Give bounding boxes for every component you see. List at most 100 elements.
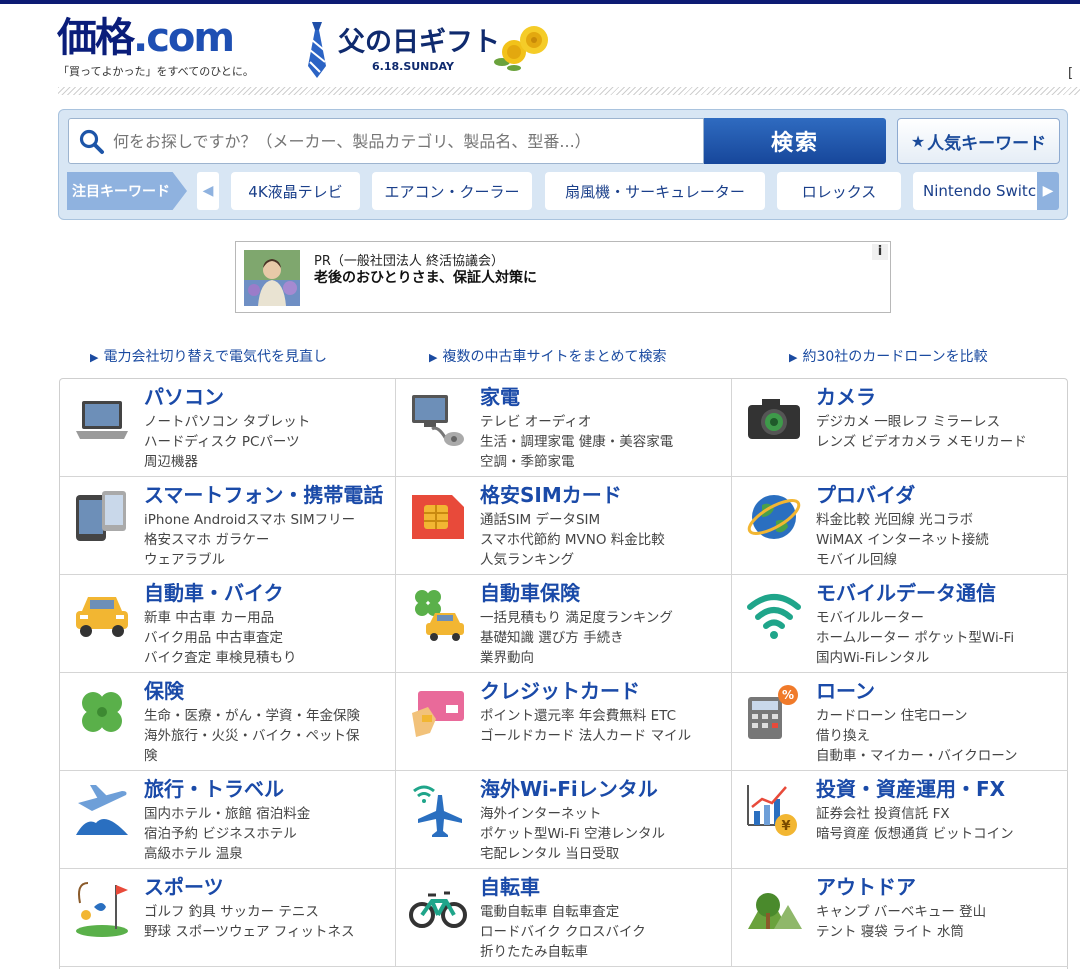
category-title[interactable]: スポーツ — [144, 874, 224, 900]
credit-card-icon — [412, 691, 464, 737]
category-links: テレビ オーディオ 生活・調理家電 健康・美容家電 空調・季節家電 — [480, 414, 674, 470]
category-pc[interactable]: パソコン ノートパソコン タブレット ハードディスク PCパーツ 周辺機器 — [60, 379, 396, 477]
category-links: ゴルフ 釣具 サッカー テニス 野球 スポーツウェア フィットネス — [144, 904, 355, 940]
category-title[interactable]: アウトドア — [816, 874, 916, 900]
ad-info-icon[interactable]: i — [872, 244, 888, 260]
svg-text:¥: ¥ — [781, 819, 790, 834]
search-panel: 検索 ★ 人気キーワード 注目キーワード ◀ 4K液晶テレビ エアコン・クーラー… — [58, 109, 1068, 220]
keyword-chip[interactable]: Nintendo Switch Pro — [913, 172, 1053, 210]
site-logo[interactable]: 価格.com — [57, 16, 235, 60]
category-links: 一括見積もり 満足度ランキング 基礎知識 選び方 手続き 業界動向 — [480, 610, 673, 666]
chevron-left-icon[interactable]: ◀ — [197, 172, 219, 210]
category-smartphone[interactable]: スマートフォン・携帯電話 iPhone Androidスマホ SIMフリー 格安ス… — [60, 477, 396, 575]
header-right-bracket: [ — [1068, 66, 1074, 81]
smartphone-icon — [76, 491, 126, 541]
category-title[interactable]: 投資・資産運用・FX — [816, 776, 1005, 802]
featured-keywords-list: 4K液晶テレビ エアコン・クーラー 扇風機・サーキュレーター ロレックス Nin… — [231, 172, 1053, 210]
wifi-icon — [747, 594, 801, 639]
triangle-right-icon: ▶ — [429, 351, 438, 364]
category-links: 通話SIM データSIM スマホ代節約 MVNO 料金比較 人気ランキング — [480, 512, 665, 568]
keyword-chip[interactable]: 4K液晶テレビ — [231, 172, 360, 210]
category-links: デジカメ 一眼レフ ミラーレス レンズ ビデオカメラ メモリカード — [816, 414, 1027, 450]
category-title[interactable]: 自動車保険 — [480, 580, 580, 606]
featured-keywords-label: 注目キーワード — [67, 172, 187, 210]
appliance-icon — [412, 395, 464, 446]
category-outdoor[interactable]: アウトドア キャンプ バーベキュー 登山 テント 寝袋 ライト 水筒 — [732, 869, 1068, 967]
category-sim-card[interactable]: 格安SIMカード 通話SIM データSIM スマホ代節約 MVNO 料金比較 人気ラ… — [396, 477, 732, 575]
featured-keywords-row: 注目キーワード ◀ 4K液晶テレビ エアコン・クーラー 扇風機・サーキュレーター… — [67, 170, 1061, 212]
category-investment[interactable]: ¥ 投資・資産運用・FX 証券会社 投資信託 FX 暗号資産 仮想通貨 ビットコイ… — [732, 771, 1068, 869]
category-title[interactable]: パソコン — [144, 384, 224, 410]
necktie-icon — [308, 22, 326, 78]
clover-icon — [82, 692, 122, 732]
svg-text:%: % — [782, 688, 794, 702]
category-title[interactable]: クレジットカード — [480, 678, 640, 704]
search-button[interactable]: 検索 — [704, 118, 886, 164]
category-camera[interactable]: カメラ デジカメ 一眼レフ ミラーレス レンズ ビデオカメラ メモリカード — [732, 379, 1068, 477]
category-overseas-wifi[interactable]: 海外Wi-Fiレンタル 海外インターネット ポケット型Wi-Fi 空港レンタル 宅配… — [396, 771, 732, 869]
star-icon: ★ — [910, 131, 926, 151]
category-grid: パソコン ノートパソコン タブレット ハードディスク PCパーツ 周辺機器 家電 テ… — [59, 378, 1068, 969]
calculator-icon: % — [748, 685, 798, 739]
category-appliances[interactable]: 家電 テレビ オーディオ 生活・調理家電 健康・美容家電 空調・季節家電 — [396, 379, 732, 477]
chevron-right-icon[interactable]: ▶ — [1037, 172, 1059, 210]
category-links: 新車 中古車 カー用品 バイク用品 中古車査定 バイク査定 車検見積もり — [144, 610, 297, 666]
category-title[interactable]: スマートフォン・携帯電話 — [144, 482, 383, 508]
bicycle-icon — [409, 891, 467, 928]
fathers-day-date: 6.18.SUNDAY — [372, 60, 454, 73]
car-icon — [76, 597, 128, 637]
pr-banner[interactable]: PR（一般社団法人 終活協議会） 老後のおひとりさま、保証人対策に i — [235, 241, 891, 313]
category-insurance[interactable]: 保険 生命・医療・がん・学資・年金保険 海外旅行・火災・バイク・ペット保険 — [60, 673, 396, 771]
category-title[interactable]: モバイルデータ通信 — [816, 580, 996, 606]
category-title[interactable]: 海外Wi-Fiレンタル — [480, 776, 658, 802]
category-bicycle[interactable]: 自転車 電動自転車 自転車査定 ロードバイク クロスバイク 折りたたみ自転車 — [396, 869, 732, 967]
site-tagline: 「買ってよかった」をすべてのひとに。 — [58, 65, 254, 78]
category-travel[interactable]: 旅行・トラベル 国内ホテル・旅館 宿泊料金 宿泊予約 ビジネスホテル 高級ホテル 温… — [60, 771, 396, 869]
category-title[interactable]: 家電 — [480, 384, 520, 410]
promo-link-used-car[interactable]: ▶ 複数の中古車サイトをまとめて検索 — [429, 346, 666, 366]
category-links: 国内ホテル・旅館 宿泊料金 宿泊予約 ビジネスホテル 高級ホテル 温泉 — [144, 806, 311, 862]
investment-chart-icon: ¥ — [747, 785, 797, 836]
category-title[interactable]: 自転車 — [480, 874, 540, 900]
category-title[interactable]: 自動車・バイク — [144, 580, 284, 606]
category-links: 証券会社 投資信託 FX 暗号資産 仮想通貨 ビットコイン — [816, 806, 1014, 842]
category-links: ノートパソコン タブレット ハードディスク PCパーツ 周辺機器 — [144, 414, 311, 470]
category-credit-card[interactable]: クレジットカード ポイント還元率 年会費無料 ETC ゴールドカード 法人カード … — [396, 673, 732, 771]
category-mobile-data[interactable]: モバイルデータ通信 モバイルルーター ホームルーター ポケット型Wi-Fi 国内Wi… — [732, 575, 1068, 673]
category-links: 海外インターネット ポケット型Wi-Fi 空港レンタル 宅配レンタル 当日受取 — [480, 806, 665, 862]
category-sports[interactable]: スポーツ ゴルフ 釣具 サッカー テニス 野球 スポーツウェア フィットネス — [60, 869, 396, 967]
category-links: 電動自転車 自転車査定 ロードバイク クロスバイク 折りたたみ自転車 — [480, 904, 646, 960]
promo-link-card-loan[interactable]: ▶ 約30社のカードローンを比較 — [789, 346, 988, 366]
category-title[interactable]: 保険 — [144, 678, 184, 704]
site-header: 価格.com 「買ってよかった」をすべてのひとに。 父の日ギフト 6.18.SU… — [0, 4, 1080, 90]
category-car-insurance[interactable]: 自動車保険 一括見積もり 満足度ランキング 基礎知識 選び方 手続き 業界動向 — [396, 575, 732, 673]
tree-icon — [748, 893, 802, 929]
category-car-bike[interactable]: 自動車・バイク 新車 中古車 カー用品 バイク用品 中古車査定 バイク査定 車検見積… — [60, 575, 396, 673]
keyword-chip[interactable]: ロレックス — [777, 172, 901, 210]
category-links: 料金比較 光回線 光コラボ WiMAX インターネット接続 モバイル回線 — [816, 512, 989, 568]
airplane-icon — [76, 785, 128, 835]
category-links: 生命・医療・がん・学資・年金保険 海外旅行・火災・バイク・ペット保険 — [144, 708, 360, 764]
airplane-wifi-icon — [413, 785, 462, 837]
pr-thumbnail-image — [244, 250, 300, 306]
search-input[interactable] — [113, 119, 698, 163]
category-provider[interactable]: プロバイダ 料金比較 光回線 光コラボ WiMAX インターネット接続 モバイル回線 — [732, 477, 1068, 575]
category-links: モバイルルーター ホームルーター ポケット型Wi-Fi 国内Wi-Fiレンタル — [816, 610, 1015, 666]
promo-link-electricity[interactable]: ▶ 電力会社切り替えで電気代を見直し — [90, 346, 327, 366]
category-title[interactable]: ローン — [816, 678, 875, 704]
header-divider — [58, 87, 1080, 95]
category-title[interactable]: 格安SIMカード — [480, 482, 622, 508]
sports-icon — [76, 882, 128, 937]
fathers-day-banner[interactable]: 父の日ギフト — [338, 26, 500, 60]
popular-keywords-button[interactable]: ★ 人気キーワード — [897, 118, 1060, 164]
search-icon — [79, 129, 104, 154]
category-title[interactable]: カメラ — [816, 384, 876, 410]
category-loan[interactable]: % ローン カードローン 住宅ローン 借り換え 自動車・マイカー・バイクローン — [732, 673, 1068, 771]
keyword-chip[interactable]: エアコン・クーラー — [372, 172, 532, 210]
category-title[interactable]: 旅行・トラベル — [144, 776, 284, 802]
pr-headline[interactable]: 老後のおひとりさま、保証人対策に — [314, 267, 537, 287]
keyword-chip[interactable]: 扇風機・サーキュレーター — [545, 172, 765, 210]
category-title[interactable]: プロバイダ — [816, 482, 915, 508]
search-box — [68, 118, 704, 164]
popular-keywords-label: 人気キーワード — [927, 133, 1047, 154]
